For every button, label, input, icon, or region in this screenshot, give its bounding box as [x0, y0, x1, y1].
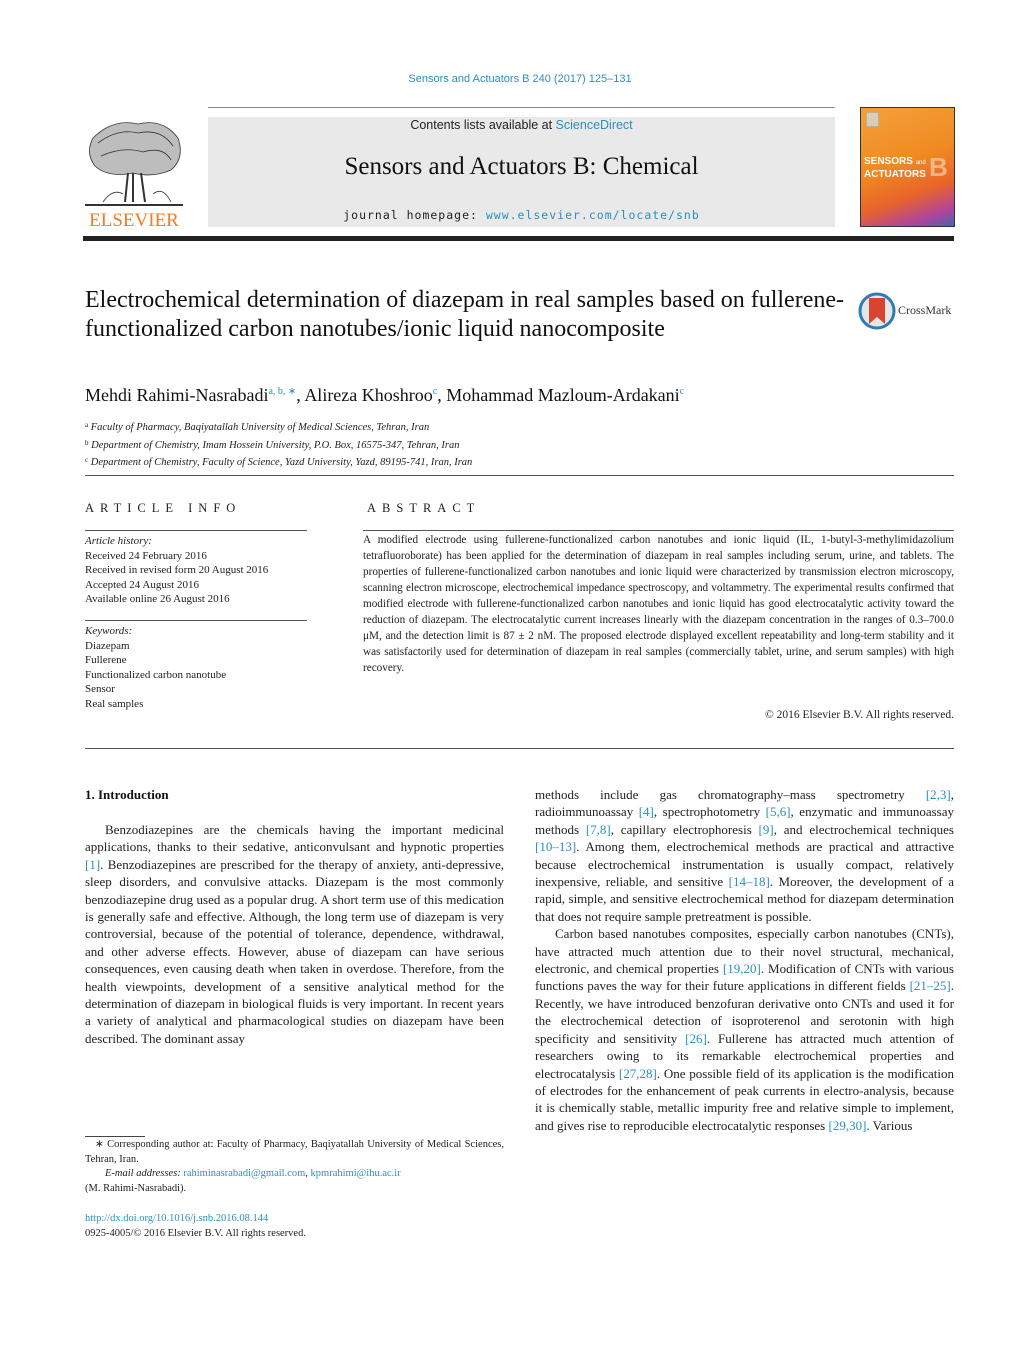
citation-link[interactable]: [5,6]	[766, 804, 791, 819]
paragraph: Carbon based nanotubes composites, espec…	[535, 926, 954, 1133]
contents-prefix: Contents lists available at	[410, 118, 556, 132]
header-thick-rule	[83, 236, 954, 241]
keywords-label: Keywords:	[85, 625, 133, 637]
crossmark-label: CrossMark	[898, 303, 952, 317]
citation-link[interactable]: [14–18]	[729, 874, 770, 889]
contents-line: Contents lists available at ScienceDirec…	[208, 118, 835, 132]
keywords-rule	[85, 620, 307, 621]
corresponding-author-note: ∗ Corresponding author at: Faculty of Ph…	[85, 1139, 504, 1165]
citation-link[interactable]: [9]	[759, 822, 774, 837]
footnote-rule	[85, 1136, 145, 1137]
elsevier-wordmark: ELSEVIER	[89, 210, 179, 230]
citation-link[interactable]: [1]	[85, 857, 100, 872]
journal-banner: Contents lists available at ScienceDirec…	[208, 117, 835, 227]
citation-link[interactable]: [19,20]	[723, 961, 761, 976]
body-column-left: Benzodiazepines are the chemicals having…	[85, 821, 504, 1047]
citation-link[interactable]: [29,30]	[828, 1118, 866, 1133]
history-item: Accepted 24 August 2016	[85, 578, 199, 591]
author-list: Mehdi Rahimi-Nasrabadia, b, ∗, Alireza K…	[85, 385, 685, 405]
elsevier-logo[interactable]: ELSEVIER	[83, 118, 186, 231]
running-head[interactable]: Sensors and Actuators B 240 (2017) 125–1…	[0, 73, 1020, 85]
paragraph: methods include gas chromatography–mass …	[535, 787, 954, 924]
keywords: Keywords: Diazepam Fullerene Functionali…	[85, 624, 226, 711]
homepage-link[interactable]: www.elsevier.com/locate/snb	[486, 208, 700, 222]
author-marks[interactable]: a, b, ∗	[268, 386, 296, 397]
author-marks[interactable]: c	[680, 386, 684, 397]
affiliation-divider	[85, 475, 954, 476]
citation-link[interactable]: [21–25]	[910, 978, 951, 993]
footnotes: ∗ Corresponding author at: Faculty of Ph…	[85, 1138, 504, 1196]
cover-title: SENSORS and ACTUATORS	[864, 156, 926, 180]
crossmark-button[interactable]: CrossMark	[858, 292, 958, 330]
citation-link[interactable]: [10–13]	[535, 839, 576, 854]
keyword-item: Sensor	[85, 683, 115, 695]
keyword-item: Fullerene	[85, 654, 127, 666]
article-history: Article history: Received 24 February 20…	[85, 534, 268, 607]
email-owner: (M. Rahimi-Nasrabadi).	[85, 1182, 187, 1194]
header-rule	[208, 107, 835, 108]
citation-link[interactable]: [2,3]	[926, 787, 951, 802]
journal-title: Sensors and Actuators B: Chemical	[344, 153, 699, 180]
section-heading-introduction: 1. Introduction	[85, 787, 169, 802]
affiliation-item: b Department of Chemistry, Imam Hossein …	[85, 438, 460, 451]
author-name[interactable]: Mehdi Rahimi-Nasrabadi	[85, 385, 268, 405]
journal-cover[interactable]: SENSORS and ACTUATORS B	[860, 107, 955, 227]
crossmark-icon	[858, 292, 896, 330]
affiliation-item: a Faculty of Pharmacy, Baqiyatallah Univ…	[85, 421, 430, 433]
article-info-rule	[85, 530, 307, 531]
elsevier-tree-icon: ELSEVIER	[85, 118, 183, 231]
affiliation-item: c Department of Chemistry, Faculty of Sc…	[85, 456, 473, 468]
author-name[interactable]: Alireza Khoshroo	[304, 385, 432, 405]
article-title: Electrochemical determination of diazepa…	[85, 287, 844, 342]
doi-link[interactable]: http://dx.doi.org/10.1016/j.snb.2016.08.…	[85, 1211, 306, 1226]
article-info-heading: ARTICLE INFO	[85, 501, 242, 515]
abstract-rule	[363, 530, 954, 531]
cover-elsevier-icon	[866, 112, 879, 127]
citation-link[interactable]: [26]	[685, 1031, 707, 1046]
history-item: Received 24 February 2016	[85, 549, 207, 562]
affiliations: a Faculty of Pharmacy, Baqiyatallah Univ…	[85, 418, 472, 471]
body-column-right: methods include gas chromatography–mass …	[535, 786, 954, 1134]
author-name[interactable]: Mohammad Mazloum-Ardakani	[446, 385, 679, 405]
keyword-item: Diazepam	[85, 639, 130, 652]
email-link[interactable]: rahiminasrabadi@gmail.com	[183, 1168, 305, 1179]
sciencedirect-link[interactable]: ScienceDirect	[556, 118, 633, 132]
email-note: E-mail addresses: rahiminasrabadi@gmail.…	[105, 1168, 401, 1179]
citation-link[interactable]: [27,28]	[619, 1066, 657, 1081]
email-link[interactable]: kpmrahimi@ihu.ac.ir	[311, 1168, 401, 1179]
abstract-bottom-rule	[85, 748, 954, 749]
journal-homepage: journal homepage: www.elsevier.com/locat…	[208, 208, 835, 222]
homepage-prefix: journal homepage:	[343, 208, 486, 222]
abstract-heading: ABSTRACT	[367, 501, 481, 515]
history-item: Received in revised form 20 August 2016	[85, 564, 269, 576]
doi-block: http://dx.doi.org/10.1016/j.snb.2016.08.…	[85, 1211, 306, 1241]
abstract-text: A modified electrode using fullerene-fun…	[363, 534, 954, 674]
citation-link[interactable]: [4]	[639, 804, 654, 819]
paragraph: Benzodiazepines are the chemicals having…	[85, 822, 504, 1046]
keyword-item: Functionalized carbon nanotube	[85, 668, 227, 681]
history-label: Article history:	[85, 535, 152, 547]
keyword-item: Real samples	[85, 697, 144, 710]
history-item: Available online 26 August 2016	[85, 593, 230, 605]
issn-copyright: 0925-4005/© 2016 Elsevier B.V. All right…	[85, 1228, 306, 1239]
abstract-copyright: © 2016 Elsevier B.V. All rights reserved…	[765, 709, 954, 721]
cover-letter: B	[929, 152, 948, 182]
citation-link[interactable]: [7,8]	[586, 822, 611, 837]
